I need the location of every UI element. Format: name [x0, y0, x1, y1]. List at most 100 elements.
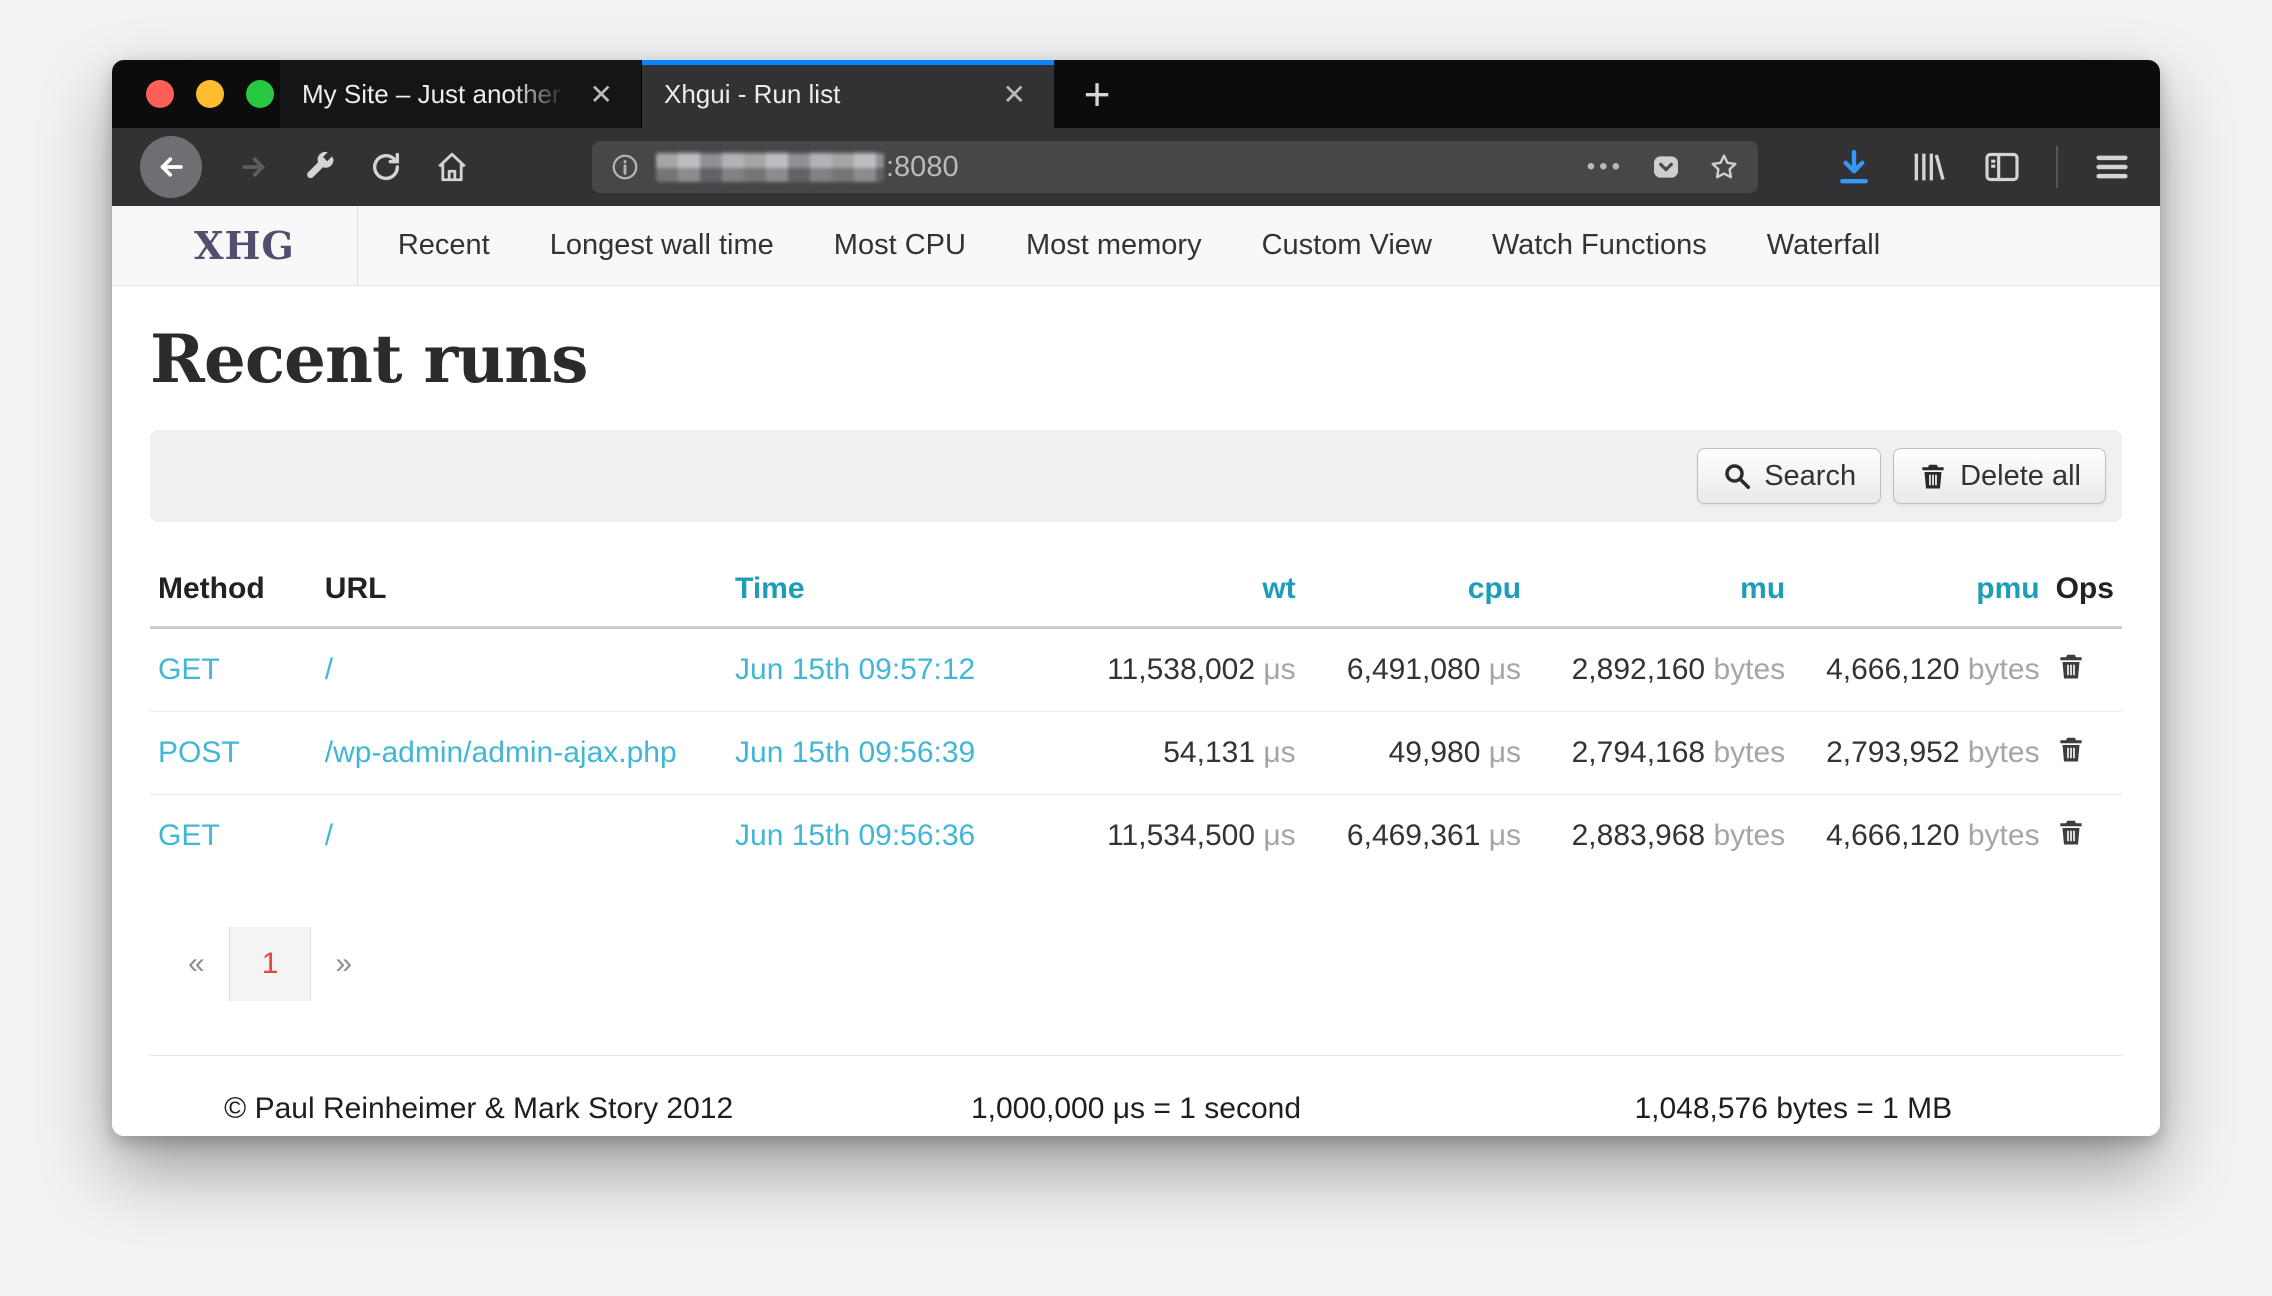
browser-window: My Site – Just another WordPress si ✕ Xh… — [112, 60, 2160, 1136]
nav-item-longest-wall-time[interactable]: Longest wall time — [520, 229, 804, 262]
delete-all-button-label: Delete all — [1960, 460, 2081, 493]
pocket-icon[interactable] — [1650, 151, 1682, 183]
cpu-value: 49,980 — [1389, 736, 1481, 769]
pagination-current-page[interactable]: 1 — [229, 927, 312, 1001]
delete-run-button[interactable] — [2056, 734, 2092, 770]
tab-bar: My Site – Just another WordPress si ✕ Xh… — [112, 60, 2160, 128]
pmu-value: 4,666,120 — [1826, 653, 1959, 686]
col-header-cpu-sort[interactable]: cpu — [1468, 572, 1521, 605]
page-title: Recent runs — [150, 320, 2122, 398]
search-icon — [1722, 461, 1752, 491]
forward-button[interactable] — [224, 137, 284, 197]
cpu-unit: μs — [1489, 736, 1521, 769]
delete-run-button[interactable] — [2056, 651, 2092, 687]
tab-title: Xhgui - Run list — [664, 79, 979, 110]
reload-button[interactable] — [356, 137, 416, 197]
address-bar[interactable]: :8080 ••• — [592, 141, 1758, 193]
run-time-link[interactable]: Jun 15th 09:56:36 — [735, 819, 975, 852]
table-row: GET / Jun 15th 09:56:36 11,534,500 μs 6,… — [150, 795, 2122, 878]
run-time-link[interactable]: Jun 15th 09:57:12 — [735, 653, 975, 686]
run-time-link[interactable]: Jun 15th 09:56:39 — [735, 736, 975, 769]
minimize-window-button[interactable] — [196, 80, 224, 108]
trash-icon — [2056, 651, 2086, 681]
wt-unit: μs — [1263, 653, 1295, 686]
xhgui-nav-links: Recent Longest wall time Most CPU Most m… — [358, 206, 1910, 285]
col-header-wt-sort[interactable]: wt — [1262, 572, 1295, 605]
page-tools-button[interactable] — [290, 137, 350, 197]
run-method-link[interactable]: GET — [158, 819, 220, 852]
xhg-logo[interactable]: XHG — [112, 206, 358, 285]
wt-value: 11,534,500 — [1107, 819, 1255, 852]
cpu-value: 6,491,080 — [1347, 653, 1480, 686]
close-tab-icon[interactable]: ✕ — [997, 78, 1032, 111]
page-actions-icon[interactable]: ••• — [1587, 153, 1624, 181]
col-header-time-sort[interactable]: Time — [735, 572, 804, 605]
tab-wordpress-site[interactable]: My Site – Just another WordPress si ✕ — [280, 60, 642, 128]
nav-item-most-memory[interactable]: Most memory — [996, 229, 1232, 262]
nav-item-waterfall[interactable]: Waterfall — [1737, 229, 1910, 262]
mu-value: 2,794,168 — [1572, 736, 1705, 769]
footer-microseconds-note: 1,000,000 μs = 1 second — [807, 1092, 1464, 1126]
hamburger-icon — [2092, 147, 2132, 187]
run-method-link[interactable]: GET — [158, 653, 220, 686]
pagination-prev-button[interactable]: « — [164, 947, 229, 981]
footer-bytes-note: 1,048,576 bytes = 1 MB — [1465, 1092, 2122, 1126]
tab-xhgui-run-list[interactable]: Xhgui - Run list ✕ — [642, 60, 1054, 128]
mu-value: 2,883,968 — [1572, 819, 1705, 852]
delete-run-button[interactable] — [2056, 817, 2092, 853]
toolbar-separator — [2056, 146, 2058, 188]
new-tab-button[interactable]: + — [1054, 60, 1140, 128]
site-info-icon[interactable] — [610, 152, 640, 182]
pmu-unit: bytes — [1968, 736, 2040, 769]
pmu-unit: bytes — [1968, 819, 2040, 852]
pmu-value: 4,666,120 — [1826, 819, 1959, 852]
run-url-link[interactable]: / — [325, 819, 333, 852]
home-icon — [435, 150, 469, 184]
run-url-link[interactable]: /wp-admin/admin-ajax.php — [325, 736, 677, 769]
xhgui-navbar: XHG Recent Longest wall time Most CPU Mo… — [112, 206, 2160, 286]
pagination-next-button[interactable]: » — [311, 947, 376, 981]
sidebar-toggle-button[interactable] — [1982, 147, 2022, 187]
col-header-method: Method — [150, 556, 317, 628]
trash-icon — [2056, 734, 2086, 764]
actions-bar: Search Delete all — [150, 430, 2122, 522]
col-header-mu-sort[interactable]: mu — [1740, 572, 1785, 605]
nav-item-recent[interactable]: Recent — [368, 229, 520, 262]
wt-value: 11,538,002 — [1107, 653, 1255, 686]
close-window-button[interactable] — [146, 80, 174, 108]
nav-item-most-cpu[interactable]: Most CPU — [804, 229, 996, 262]
wt-value: 54,131 — [1163, 736, 1255, 769]
close-tab-icon[interactable]: ✕ — [584, 78, 619, 111]
pagination: « 1 » — [164, 927, 2122, 1001]
table-row: GET / Jun 15th 09:57:12 11,538,002 μs 6,… — [150, 628, 2122, 712]
library-button[interactable] — [1908, 147, 1948, 187]
tab-title: My Site – Just another WordPress si — [302, 79, 566, 110]
nav-item-watch-functions[interactable]: Watch Functions — [1462, 229, 1737, 262]
pmu-value: 2,793,952 — [1826, 736, 1959, 769]
trash-icon — [2056, 817, 2086, 847]
home-button[interactable] — [422, 137, 482, 197]
bookmark-star-icon[interactable] — [1708, 151, 1740, 183]
cpu-unit: μs — [1489, 653, 1521, 686]
mu-value: 2,892,160 — [1572, 653, 1705, 686]
run-method-link[interactable]: POST — [158, 736, 240, 769]
pmu-unit: bytes — [1968, 653, 2040, 686]
wt-unit: μs — [1263, 736, 1295, 769]
run-url-link[interactable]: / — [325, 653, 333, 686]
mu-unit: bytes — [1713, 819, 1785, 852]
zoom-window-button[interactable] — [246, 80, 274, 108]
menu-button[interactable] — [2092, 147, 2132, 187]
search-button[interactable]: Search — [1697, 448, 1881, 504]
delete-all-button[interactable]: Delete all — [1893, 448, 2106, 504]
downloads-button[interactable] — [1834, 147, 1874, 187]
back-arrow-icon — [154, 150, 188, 184]
forward-arrow-icon — [237, 150, 271, 184]
nav-item-custom-view[interactable]: Custom View — [1232, 229, 1462, 262]
trash-icon — [1918, 461, 1948, 491]
window-controls — [112, 60, 280, 128]
table-row: POST /wp-admin/admin-ajax.php Jun 15th 0… — [150, 712, 2122, 795]
back-button[interactable] — [140, 136, 202, 198]
col-header-pmu-sort[interactable]: pmu — [1976, 572, 2039, 605]
url-port: :8080 — [886, 151, 959, 184]
reload-icon — [369, 150, 403, 184]
